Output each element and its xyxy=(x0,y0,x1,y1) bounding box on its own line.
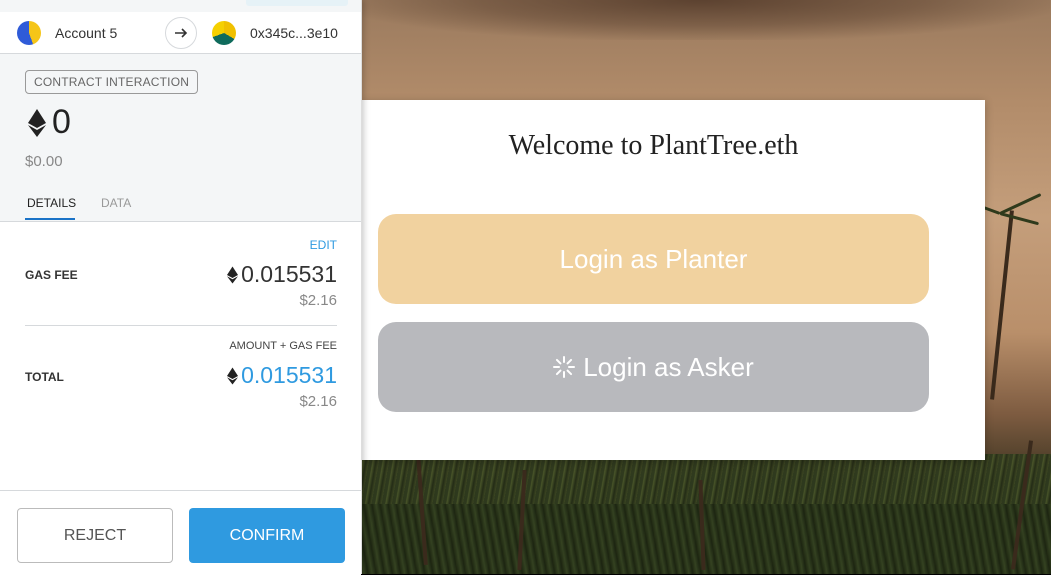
transaction-amount: 0 xyxy=(28,103,71,142)
reject-button[interactable]: REJECT xyxy=(17,508,173,563)
gas-fee-usd: $2.16 xyxy=(299,292,337,309)
eth-icon xyxy=(28,108,46,137)
welcome-title: Welcome to PlantTree.eth xyxy=(508,130,799,161)
tab-active-underline xyxy=(25,218,75,220)
login-asker-label: Login as Asker xyxy=(583,351,754,382)
total-eth-value: 0.015531 xyxy=(241,362,337,388)
login-planter-button[interactable]: Login as Planter xyxy=(378,214,929,304)
network-tab[interactable] xyxy=(246,0,348,6)
login-asker-button[interactable]: Login as Asker xyxy=(378,322,929,412)
total-label: TOTAL xyxy=(25,370,64,384)
arrow-right-icon xyxy=(165,17,197,49)
details-panel: EDIT GAS FEE 0.015531 $2.16 AMOUNT + GAS… xyxy=(0,222,361,490)
account-avatar-icon xyxy=(17,21,41,45)
background-dune xyxy=(350,0,1050,40)
recipient-address[interactable]: 0x345c...3e10 xyxy=(250,25,338,41)
amount-usd-value: $0.00 xyxy=(25,153,63,170)
gas-fee-eth: 0.015531 xyxy=(227,261,337,288)
palm-tree xyxy=(990,210,1014,400)
amount-eth-value: 0 xyxy=(52,103,71,141)
amount-plus-gas-label: AMOUNT + GAS FEE xyxy=(229,340,337,352)
eth-icon xyxy=(227,366,239,385)
background-grass-front xyxy=(360,504,1051,574)
contract-interaction-badge: CONTRACT INTERACTION xyxy=(25,70,199,94)
total-usd: $2.16 xyxy=(299,393,337,410)
gas-fee-eth-value: 0.015531 xyxy=(241,261,337,287)
popup-footer: REJECT CONFIRM xyxy=(0,490,361,575)
recipient-avatar-icon xyxy=(212,21,236,45)
sender-account-name[interactable]: Account 5 xyxy=(55,25,117,41)
total-eth: 0.015531 xyxy=(227,362,337,389)
sender-recipient-row: Account 5 0x345c...3e10 xyxy=(0,12,361,54)
palm-frond xyxy=(999,193,1042,215)
login-planter-label: Login as Planter xyxy=(559,243,748,274)
confirm-button[interactable]: CONFIRM xyxy=(189,508,345,563)
edit-gas-link[interactable]: EDIT xyxy=(310,238,337,252)
detail-tabs: DETAILS DATA xyxy=(0,190,361,222)
gas-fee-label: GAS FEE xyxy=(25,268,78,282)
details-divider xyxy=(25,325,337,326)
tab-details[interactable]: DETAILS xyxy=(27,196,76,210)
metamask-confirm-popup: Account 5 0x345c...3e10 CONTRACT INTERAC… xyxy=(0,0,362,575)
tab-data[interactable]: DATA xyxy=(101,196,131,210)
eth-icon xyxy=(227,265,239,284)
palm-frond xyxy=(999,212,1040,226)
spinner-icon xyxy=(553,356,576,378)
